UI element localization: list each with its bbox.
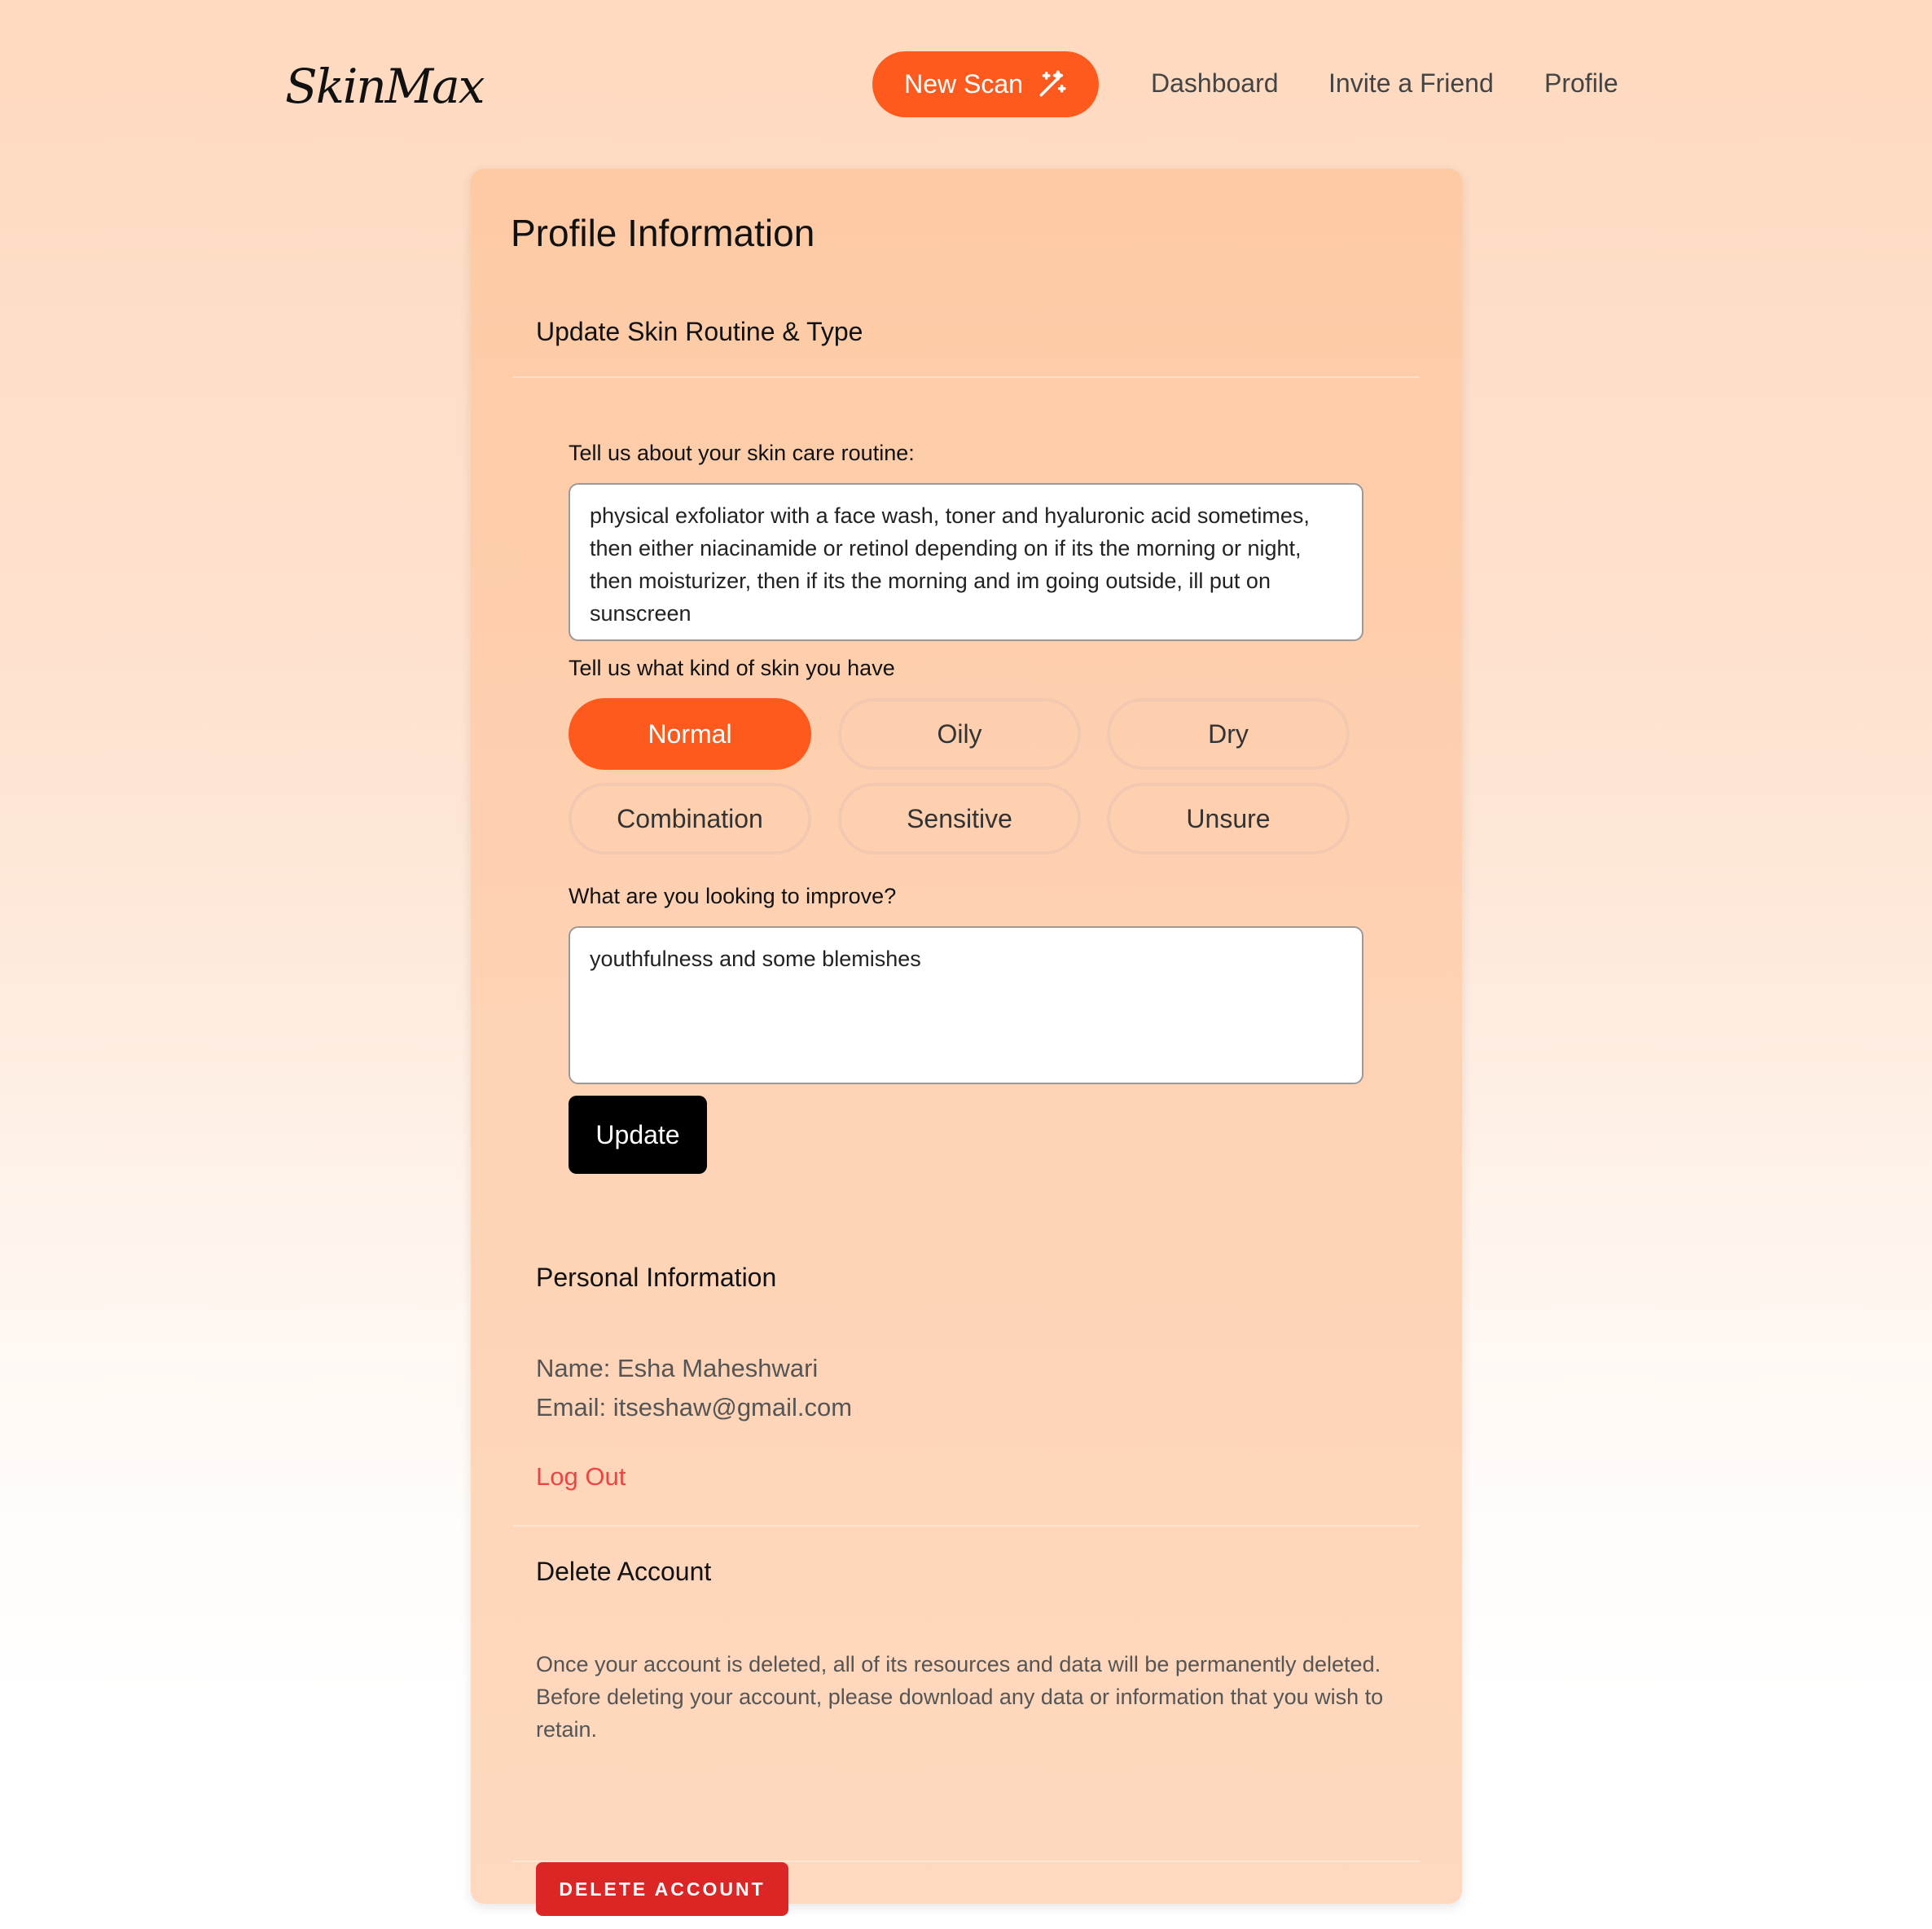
- nav-dashboard[interactable]: Dashboard: [1151, 68, 1279, 99]
- personal-section-title: Personal Information: [536, 1263, 777, 1292]
- delete-account-button[interactable]: DELETE ACCOUNT: [536, 1862, 788, 1916]
- update-button[interactable]: Update: [569, 1096, 707, 1174]
- improve-label: What are you looking to improve?: [569, 884, 897, 908]
- routine-label: Tell us about your skin care routine:: [569, 441, 915, 465]
- profile-card: Profile Information Update Skin Routine …: [471, 169, 1462, 1916]
- email-text: Email: itseshaw@gmail.com: [536, 1393, 853, 1421]
- skin-type-normal[interactable]: Normal: [569, 698, 811, 770]
- skin-section-title[interactable]: Update Skin Routine & Type: [536, 317, 863, 347]
- new-scan-label: New Scan: [904, 69, 1023, 99]
- logo[interactable]: SkinMax: [285, 59, 485, 114]
- improve-textarea[interactable]: youthfulness and some blemishes: [569, 926, 1363, 1084]
- divider: [512, 1525, 1420, 1527]
- nav-profile[interactable]: Profile: [1544, 68, 1618, 99]
- name-text: Name: Esha Maheshwari: [536, 1354, 819, 1382]
- skin-type-sensitive[interactable]: Sensitive: [838, 783, 1081, 855]
- skin-type-label: Tell us what kind of skin you have: [569, 656, 895, 680]
- skin-type-dry[interactable]: Dry: [1107, 698, 1350, 770]
- divider-bottom: [512, 1861, 1420, 1862]
- delete-section-title: Delete Account: [536, 1557, 712, 1586]
- skin-type-oily[interactable]: Oily: [838, 698, 1081, 770]
- logout-link[interactable]: Log Out: [536, 1462, 626, 1492]
- skin-type-combination[interactable]: Combination: [569, 783, 811, 855]
- magic-wand-icon: [1039, 69, 1066, 96]
- divider: [512, 376, 1420, 378]
- nav-invite-friend[interactable]: Invite a Friend: [1328, 68, 1494, 99]
- delete-description: Once your account is deleted, all of its…: [536, 1652, 1384, 1742]
- routine-textarea[interactable]: physical exfoliator with a face wash, to…: [569, 483, 1363, 641]
- skin-type-unsure[interactable]: Unsure: [1107, 783, 1350, 855]
- new-scan-button[interactable]: New Scan: [872, 51, 1099, 117]
- page-title: Profile Information: [511, 212, 815, 254]
